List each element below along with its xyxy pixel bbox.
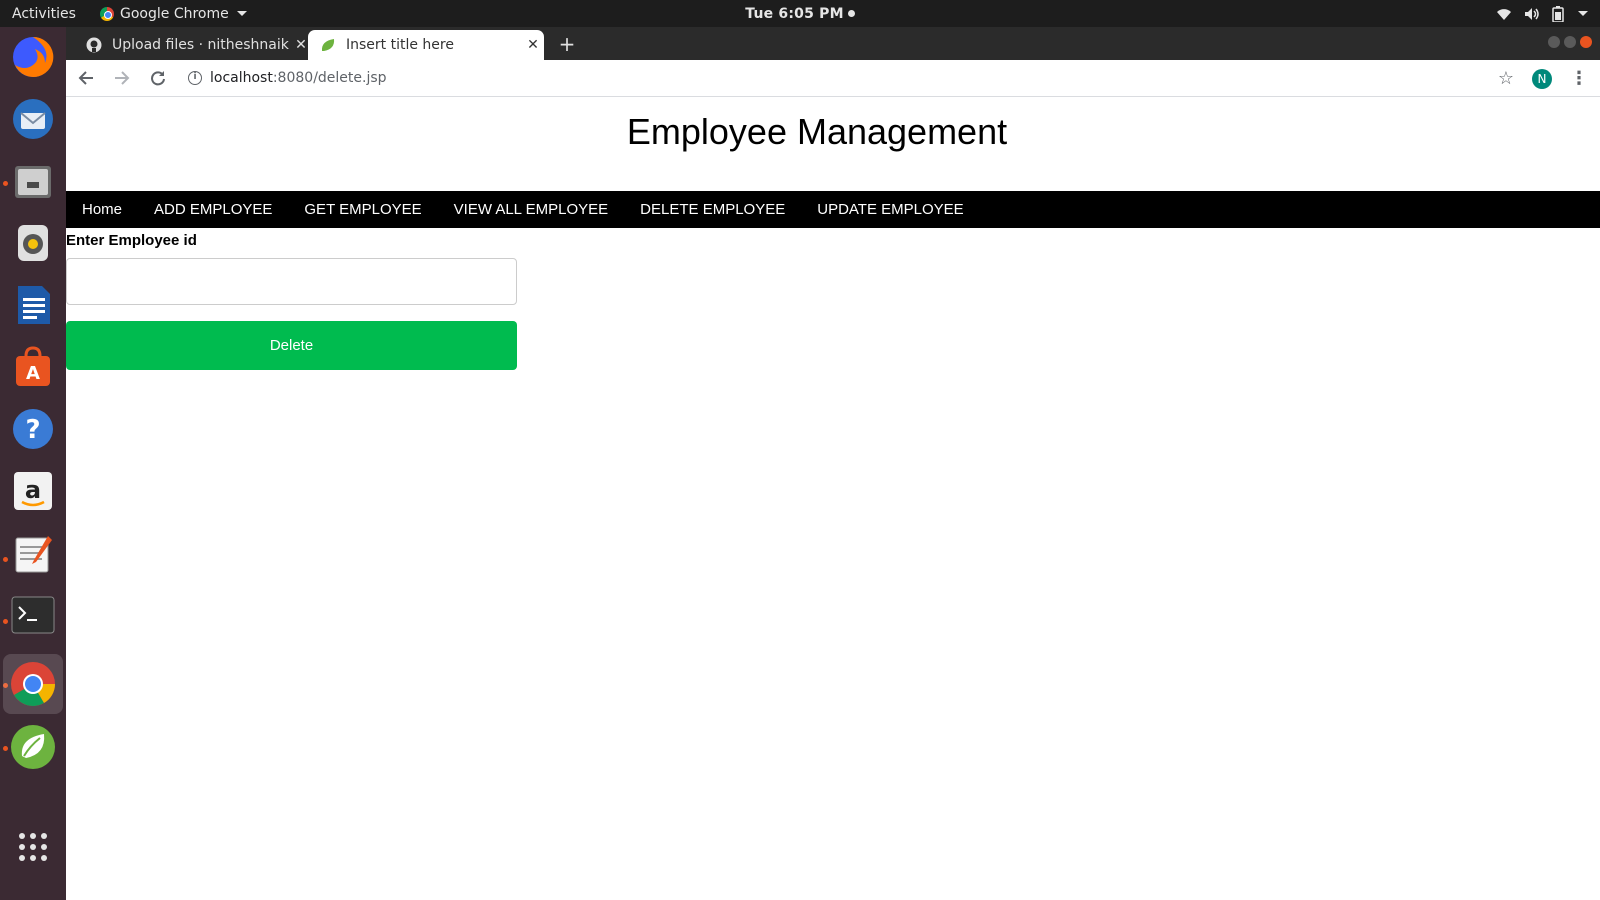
delete-button[interactable]: Delete xyxy=(66,321,517,370)
wifi-icon xyxy=(1497,8,1511,20)
app-menu-label: Google Chrome xyxy=(120,5,229,22)
nav-delete-employee[interactable]: DELETE EMPLOYEE xyxy=(624,191,801,228)
nav-get-employee[interactable]: GET EMPLOYEE xyxy=(288,191,437,228)
tab-title: Upload files · nitheshnaik xyxy=(112,37,289,53)
reload-button[interactable] xyxy=(142,62,174,94)
nav-home[interactable]: Home xyxy=(66,191,138,228)
chrome-icon xyxy=(100,6,114,21)
running-indicator xyxy=(3,746,8,751)
software-center-icon[interactable]: A xyxy=(9,343,57,391)
employee-id-input[interactable] xyxy=(66,258,517,305)
minimize-button[interactable] xyxy=(1548,36,1560,48)
menu-kebab-icon[interactable]: ⋮ xyxy=(1570,68,1588,89)
system-tray[interactable] xyxy=(1496,0,1588,27)
text-editor-icon[interactable] xyxy=(9,529,57,577)
url-path: :8080/delete.jsp xyxy=(272,70,387,86)
amazon-icon[interactable]: a xyxy=(9,467,57,515)
window-controls xyxy=(1548,36,1592,48)
files-icon[interactable] xyxy=(9,157,57,205)
chevron-down-icon xyxy=(236,11,247,16)
chrome-icon[interactable] xyxy=(3,654,63,714)
github-icon xyxy=(86,37,102,53)
leaf-icon xyxy=(320,37,336,53)
nav-add-employee[interactable]: ADD EMPLOYEE xyxy=(138,191,288,228)
libreoffice-writer-icon[interactable] xyxy=(9,281,57,329)
info-icon[interactable]: i xyxy=(188,71,202,85)
rhythmbox-icon[interactable] xyxy=(9,219,57,267)
url-host: localhost xyxy=(210,70,273,86)
app-menu[interactable]: Google Chrome xyxy=(100,6,247,22)
nav-view-all-employee[interactable]: VIEW ALL EMPLOYEE xyxy=(438,191,625,228)
firefox-icon[interactable] xyxy=(9,33,57,81)
tab-title: Insert title here xyxy=(346,37,454,53)
new-tab-button[interactable]: + xyxy=(554,32,580,58)
show-apps-icon[interactable] xyxy=(9,823,57,871)
browser-toolbar: i localhost:8080/delete.jsp ☆ N ⋮ xyxy=(66,60,1600,97)
tab-strip: Upload files · nitheshnaik ✕ Insert titl… xyxy=(66,27,1600,60)
thunderbird-icon[interactable] xyxy=(9,95,57,143)
notification-dot-icon xyxy=(847,10,855,17)
employee-id-label: Enter Employee id xyxy=(66,232,197,249)
profile-avatar[interactable]: N xyxy=(1532,68,1552,89)
tab-upload-files[interactable]: Upload files · nitheshnaik ✕ xyxy=(74,30,312,60)
dock: A ? a xyxy=(0,27,66,900)
close-icon[interactable]: ✕ xyxy=(522,37,544,53)
forward-button[interactable] xyxy=(106,62,138,94)
system-menu-chevron-icon xyxy=(1578,11,1588,16)
reload-icon xyxy=(151,71,165,86)
volume-icon xyxy=(1525,7,1539,20)
running-indicator xyxy=(3,181,8,186)
clock-label: Tue 6:05 PM xyxy=(745,5,844,22)
address-bar[interactable]: i localhost:8080/delete.jsp xyxy=(188,70,387,86)
close-window-button[interactable] xyxy=(1580,36,1592,48)
tab-insert-title[interactable]: Insert title here ✕ xyxy=(308,30,544,60)
system-top-bar: Activities Google Chrome Tue 6:05 PM xyxy=(0,0,1600,27)
svg-text:A: A xyxy=(26,363,40,384)
battery-icon xyxy=(1552,5,1564,22)
activities-button[interactable]: Activities xyxy=(0,6,92,22)
svg-text:a: a xyxy=(25,476,41,504)
svg-text:?: ? xyxy=(25,415,40,445)
nav-update-employee[interactable]: UPDATE EMPLOYEE xyxy=(801,191,979,228)
arrow-left-icon xyxy=(78,71,93,85)
nav-bar: Home ADD EMPLOYEE GET EMPLOYEE VIEW ALL … xyxy=(66,191,1600,228)
back-button[interactable] xyxy=(70,62,102,94)
spring-tool-suite-icon[interactable] xyxy=(9,723,57,771)
terminal-icon[interactable] xyxy=(9,591,57,639)
running-indicator xyxy=(3,619,8,624)
clock[interactable]: Tue 6:05 PM xyxy=(745,5,855,22)
web-page: Employee Management Home ADD EMPLOYEE GE… xyxy=(66,97,1600,900)
running-indicator xyxy=(3,557,8,562)
help-icon[interactable]: ? xyxy=(9,405,57,453)
page-title: Employee Management xyxy=(626,111,1008,152)
bookmark-star-icon[interactable]: ☆ xyxy=(1498,68,1514,89)
maximize-button[interactable] xyxy=(1564,36,1576,48)
arrow-right-icon xyxy=(115,71,130,85)
